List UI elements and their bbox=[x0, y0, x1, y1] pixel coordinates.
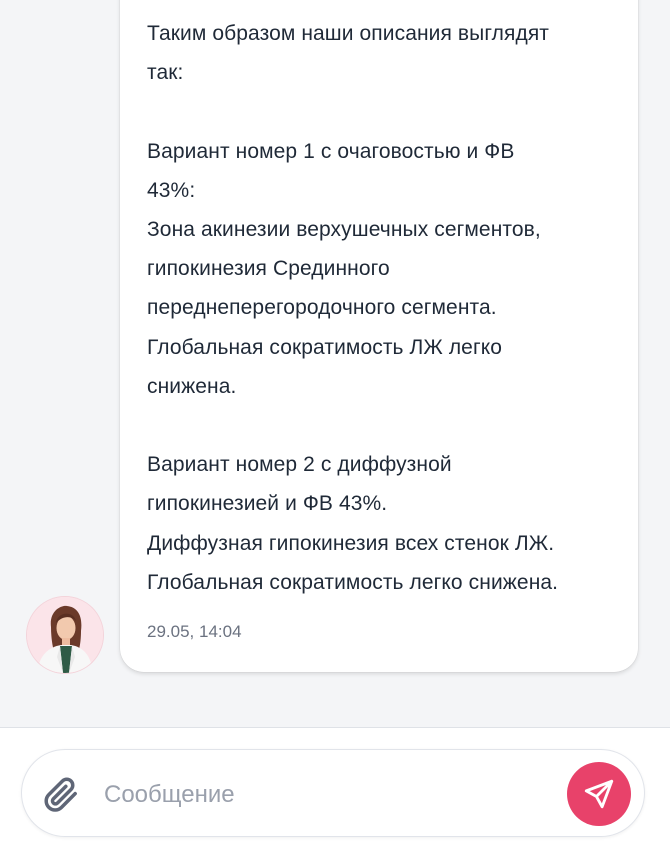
message-paragraph-variant-2: Вариант номер 2 с диффузной гипокинезией… bbox=[147, 453, 559, 594]
message-text: Таким образом наши описания выглядят так… bbox=[147, 14, 616, 602]
message-input[interactable] bbox=[102, 772, 546, 818]
message-paragraph-intro: Таким образом наши описания выглядят так… bbox=[147, 22, 550, 85]
chat-area[interactable]: Таким образом наши описания выглядят так… bbox=[0, 0, 670, 728]
paper-plane-icon bbox=[584, 779, 614, 809]
send-button[interactable] bbox=[567, 762, 631, 826]
attach-button[interactable] bbox=[40, 774, 82, 816]
message-bubble: Таким образом наши описания выглядят так… bbox=[120, 0, 638, 672]
composer-area bbox=[0, 728, 670, 860]
message-composer bbox=[21, 749, 645, 837]
avatar-photo bbox=[27, 597, 103, 673]
message-timestamp: 29.05, 14:04 bbox=[147, 622, 242, 641]
paperclip-icon bbox=[44, 777, 77, 812]
sender-avatar[interactable] bbox=[27, 597, 103, 673]
message-paragraph-variant-1: Вариант номер 1 с очаговостью и ФВ 43%: … bbox=[147, 139, 541, 398]
